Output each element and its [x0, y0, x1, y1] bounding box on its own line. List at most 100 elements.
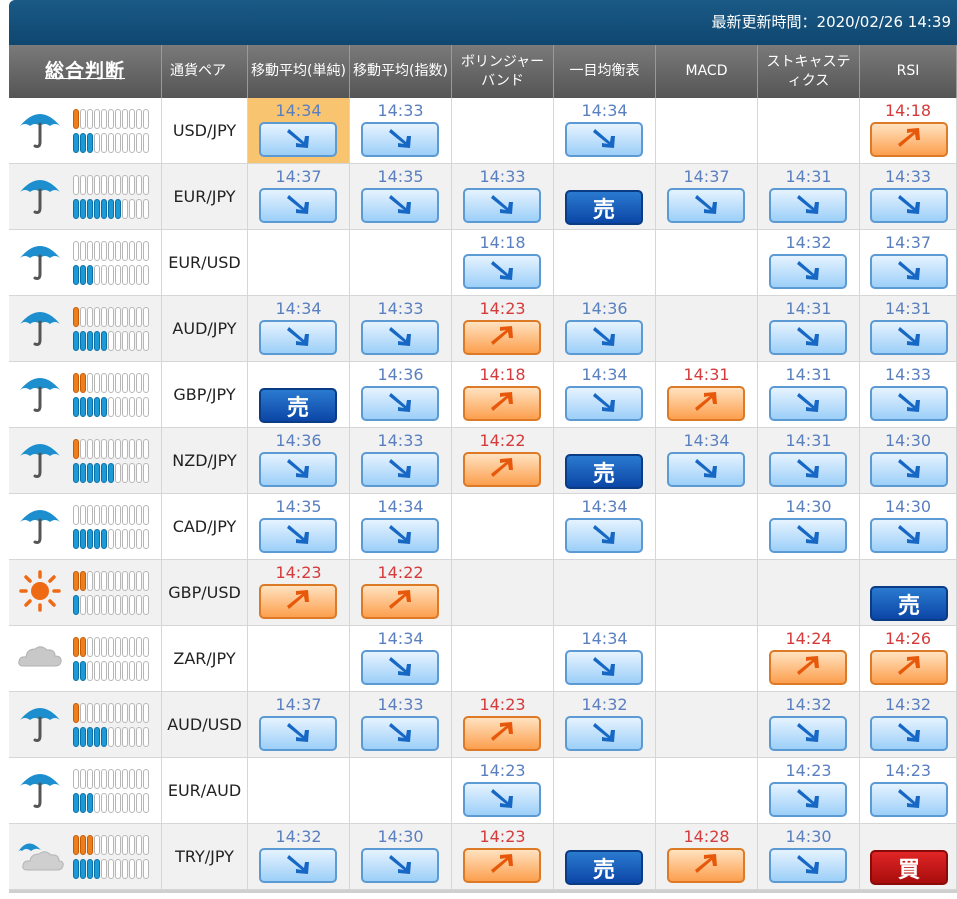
down-trend-button[interactable]: [667, 452, 745, 487]
down-trend-button[interactable]: [259, 122, 337, 157]
signal-cell-rsi: 14:33: [860, 362, 957, 428]
currency-pair[interactable]: AUD/JPY: [162, 296, 248, 362]
currency-pair[interactable]: EUR/USD: [162, 230, 248, 296]
down-trend-button[interactable]: [870, 452, 948, 487]
down-trend-button[interactable]: [361, 452, 439, 487]
signal-cell-sma: [248, 230, 350, 296]
down-trend-button[interactable]: [259, 320, 337, 355]
down-trend-button[interactable]: [259, 452, 337, 487]
up-trend-button[interactable]: [667, 386, 745, 421]
down-trend-button[interactable]: [870, 782, 948, 817]
down-trend-button[interactable]: [769, 782, 847, 817]
down-trend-button[interactable]: [769, 848, 847, 883]
buy-signal-button[interactable]: 買: [870, 850, 948, 885]
currency-pair[interactable]: NZD/JPY: [162, 428, 248, 494]
down-trend-button[interactable]: [565, 320, 643, 355]
down-trend-button[interactable]: [769, 320, 847, 355]
down-trend-button[interactable]: [361, 650, 439, 685]
sell-signal-button[interactable]: 売: [565, 850, 643, 885]
meter-segment: [129, 264, 135, 285]
signal-cell-macd: 14:34: [656, 428, 758, 494]
up-trend-button[interactable]: [463, 320, 541, 355]
currency-pair[interactable]: AUD/USD: [162, 692, 248, 758]
currency-pair[interactable]: CAD/JPY: [162, 494, 248, 560]
sell-signal-button[interactable]: 売: [259, 388, 337, 423]
down-trend-button[interactable]: [870, 716, 948, 751]
down-trend-button[interactable]: [870, 254, 948, 289]
meter-segment: [101, 438, 107, 459]
down-trend-button[interactable]: [769, 452, 847, 487]
up-trend-button[interactable]: [769, 650, 847, 685]
meter-segment: [115, 726, 121, 747]
down-trend-button[interactable]: [361, 386, 439, 421]
up-trend-button[interactable]: [259, 584, 337, 619]
up-trend-button[interactable]: [463, 848, 541, 883]
down-trend-button[interactable]: [259, 716, 337, 751]
down-trend-button[interactable]: [361, 518, 439, 553]
down-trend-button[interactable]: [361, 320, 439, 355]
down-trend-button[interactable]: [565, 716, 643, 751]
sell-signal-button[interactable]: 売: [565, 190, 643, 225]
currency-pair[interactable]: USD/JPY: [162, 98, 248, 164]
down-trend-button[interactable]: [870, 188, 948, 223]
meter-segment: [136, 372, 142, 393]
down-trend-button[interactable]: [565, 122, 643, 157]
up-trend-button[interactable]: [463, 452, 541, 487]
down-trend-button[interactable]: [463, 254, 541, 289]
down-trend-button[interactable]: [259, 848, 337, 883]
down-trend-button[interactable]: [361, 716, 439, 751]
down-trend-button[interactable]: [870, 518, 948, 553]
top-bar: 最新更新時間：2020/02/26 14:39: [9, 0, 957, 45]
meter-segment: [108, 702, 114, 723]
header-stochastic: ストキャスティクス: [758, 45, 860, 98]
meter-segment: [143, 636, 149, 657]
signal-cell-ichimoku: [554, 560, 656, 626]
down-trend-button[interactable]: [259, 188, 337, 223]
meter-segment: [101, 174, 107, 195]
meter-segment: [115, 438, 121, 459]
sell-signal-button[interactable]: 売: [870, 586, 948, 621]
down-trend-button[interactable]: [769, 716, 847, 751]
currency-pair[interactable]: ZAR/JPY: [162, 626, 248, 692]
down-trend-button[interactable]: [769, 188, 847, 223]
down-trend-button[interactable]: [769, 518, 847, 553]
meter-segment: [108, 462, 114, 483]
arrow-down-right-icon: [793, 521, 823, 551]
up-trend-button[interactable]: [667, 848, 745, 883]
currency-pair[interactable]: EUR/AUD: [162, 758, 248, 824]
down-trend-button[interactable]: [565, 386, 643, 421]
currency-pair[interactable]: EUR/JPY: [162, 164, 248, 230]
down-trend-button[interactable]: [769, 254, 847, 289]
down-trend-button[interactable]: [463, 782, 541, 817]
meter-segment: [80, 306, 86, 327]
down-trend-button[interactable]: [870, 386, 948, 421]
meter-segment: [122, 108, 128, 129]
down-trend-button[interactable]: [565, 650, 643, 685]
down-trend-button[interactable]: [870, 320, 948, 355]
meter-segment: [122, 702, 128, 723]
buy-strength-bar: [73, 636, 149, 657]
down-trend-button[interactable]: [259, 518, 337, 553]
sun-icon: [9, 566, 65, 620]
signal-cell-stochastic: 14:30: [758, 494, 860, 560]
arrow-down-right-icon: [894, 389, 924, 419]
down-trend-button[interactable]: [667, 188, 745, 223]
up-trend-button[interactable]: [361, 584, 439, 619]
overall-cell: [9, 626, 162, 692]
down-trend-button[interactable]: [361, 848, 439, 883]
currency-pair[interactable]: TRY/JPY: [162, 824, 248, 890]
down-trend-button[interactable]: [565, 518, 643, 553]
down-trend-button[interactable]: [361, 188, 439, 223]
up-trend-button[interactable]: [870, 122, 948, 157]
down-trend-button[interactable]: [769, 386, 847, 421]
arrow-up-right-icon: [487, 719, 517, 749]
down-trend-button[interactable]: [463, 188, 541, 223]
up-trend-button[interactable]: [870, 650, 948, 685]
sell-signal-button[interactable]: 売: [565, 454, 643, 489]
currency-pair[interactable]: GBP/JPY: [162, 362, 248, 428]
up-trend-button[interactable]: [463, 716, 541, 751]
currency-pair[interactable]: GBP/USD: [162, 560, 248, 626]
down-trend-button[interactable]: [361, 122, 439, 157]
up-trend-button[interactable]: [463, 386, 541, 421]
signal-cell-ichimoku: [554, 758, 656, 824]
